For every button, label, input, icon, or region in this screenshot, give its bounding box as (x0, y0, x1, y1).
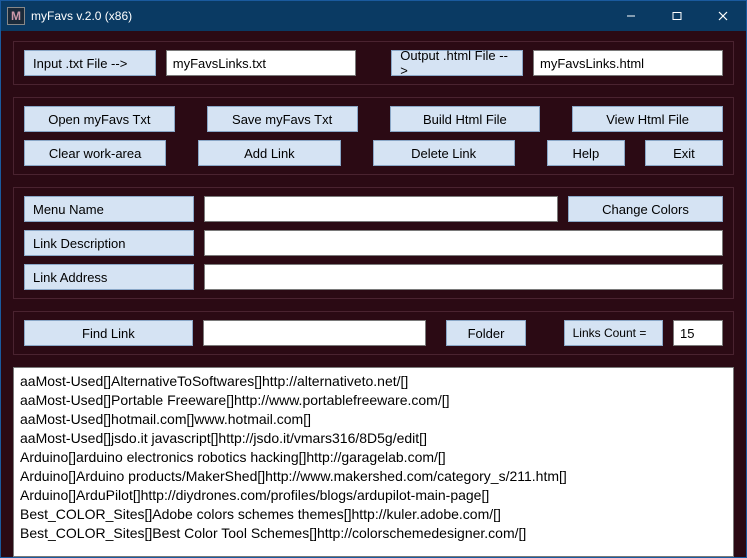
titlebar: M myFavs v.2.0 (x86) (1, 1, 746, 31)
links-count-label: Links Count = (564, 320, 663, 346)
app-icon: M (7, 7, 25, 25)
find-link-field[interactable] (203, 320, 426, 346)
input-file-label: Input .txt File --> (24, 50, 156, 76)
file-panel: Input .txt File --> Output .html File --… (13, 41, 734, 85)
input-file-field[interactable] (166, 50, 356, 76)
link-address-label: Link Address (24, 264, 194, 290)
list-item[interactable]: aaMost-Used[]hotmail.com[]www.hotmail.co… (20, 410, 727, 429)
find-link-button[interactable]: Find Link (24, 320, 193, 346)
change-colors-button[interactable]: Change Colors (568, 196, 723, 222)
view-html-button[interactable]: View Html File (572, 106, 723, 132)
window-controls (608, 1, 746, 31)
list-item[interactable]: Best_COLOR_Sites[]Best Color Tool Scheme… (20, 524, 727, 543)
list-item[interactable]: Best_COLOR_Sites[]Adobe colors schemes t… (20, 505, 727, 524)
save-txt-button[interactable]: Save myFavs Txt (207, 106, 358, 132)
close-button[interactable] (700, 1, 746, 31)
list-item[interactable]: aaMost-Used[]Portable Freeware[]http://w… (20, 391, 727, 410)
links-count-value[interactable] (673, 320, 723, 346)
menu-name-field[interactable] (204, 196, 558, 222)
list-item[interactable]: aaMost-Used[]jsdo.it javascript[]http://… (20, 429, 727, 448)
window-title: myFavs v.2.0 (x86) (31, 9, 608, 23)
links-list[interactable]: aaMost-Used[]AlternativeToSoftwares[]htt… (13, 367, 734, 557)
link-form-panel: Menu Name Change Colors Link Description… (13, 187, 734, 299)
actions-panel: Open myFavs Txt Save myFavs Txt Build Ht… (13, 97, 734, 175)
client-area: Input .txt File --> Output .html File --… (1, 31, 746, 557)
maximize-button[interactable] (654, 1, 700, 31)
build-html-button[interactable]: Build Html File (390, 106, 541, 132)
delete-link-button[interactable]: Delete Link (373, 140, 515, 166)
output-file-field[interactable] (533, 50, 723, 76)
link-description-field[interactable] (204, 230, 723, 256)
list-item[interactable]: Arduino[]Arduino products/MakerShed[]htt… (20, 467, 727, 486)
output-file-label: Output .html File --> (391, 50, 523, 76)
exit-button[interactable]: Exit (645, 140, 723, 166)
list-item[interactable]: aaMost-Used[]AlternativeToSoftwares[]htt… (20, 372, 727, 391)
list-item[interactable]: Arduino[]arduino electronics robotics ha… (20, 448, 727, 467)
help-button[interactable]: Help (547, 140, 625, 166)
link-address-field[interactable] (204, 264, 723, 290)
list-item[interactable]: Arduino[]ArduPilot[]http://diydrones.com… (20, 486, 727, 505)
find-panel: Find Link Folder Links Count = (13, 311, 734, 355)
clear-workarea-button[interactable]: Clear work-area (24, 140, 166, 166)
folder-button[interactable]: Folder (446, 320, 526, 346)
app-window: M myFavs v.2.0 (x86) Input .txt File -->… (0, 0, 747, 558)
link-description-label: Link Description (24, 230, 194, 256)
menu-name-label: Menu Name (24, 196, 194, 222)
open-txt-button[interactable]: Open myFavs Txt (24, 106, 175, 132)
add-link-button[interactable]: Add Link (198, 140, 340, 166)
minimize-button[interactable] (608, 1, 654, 31)
